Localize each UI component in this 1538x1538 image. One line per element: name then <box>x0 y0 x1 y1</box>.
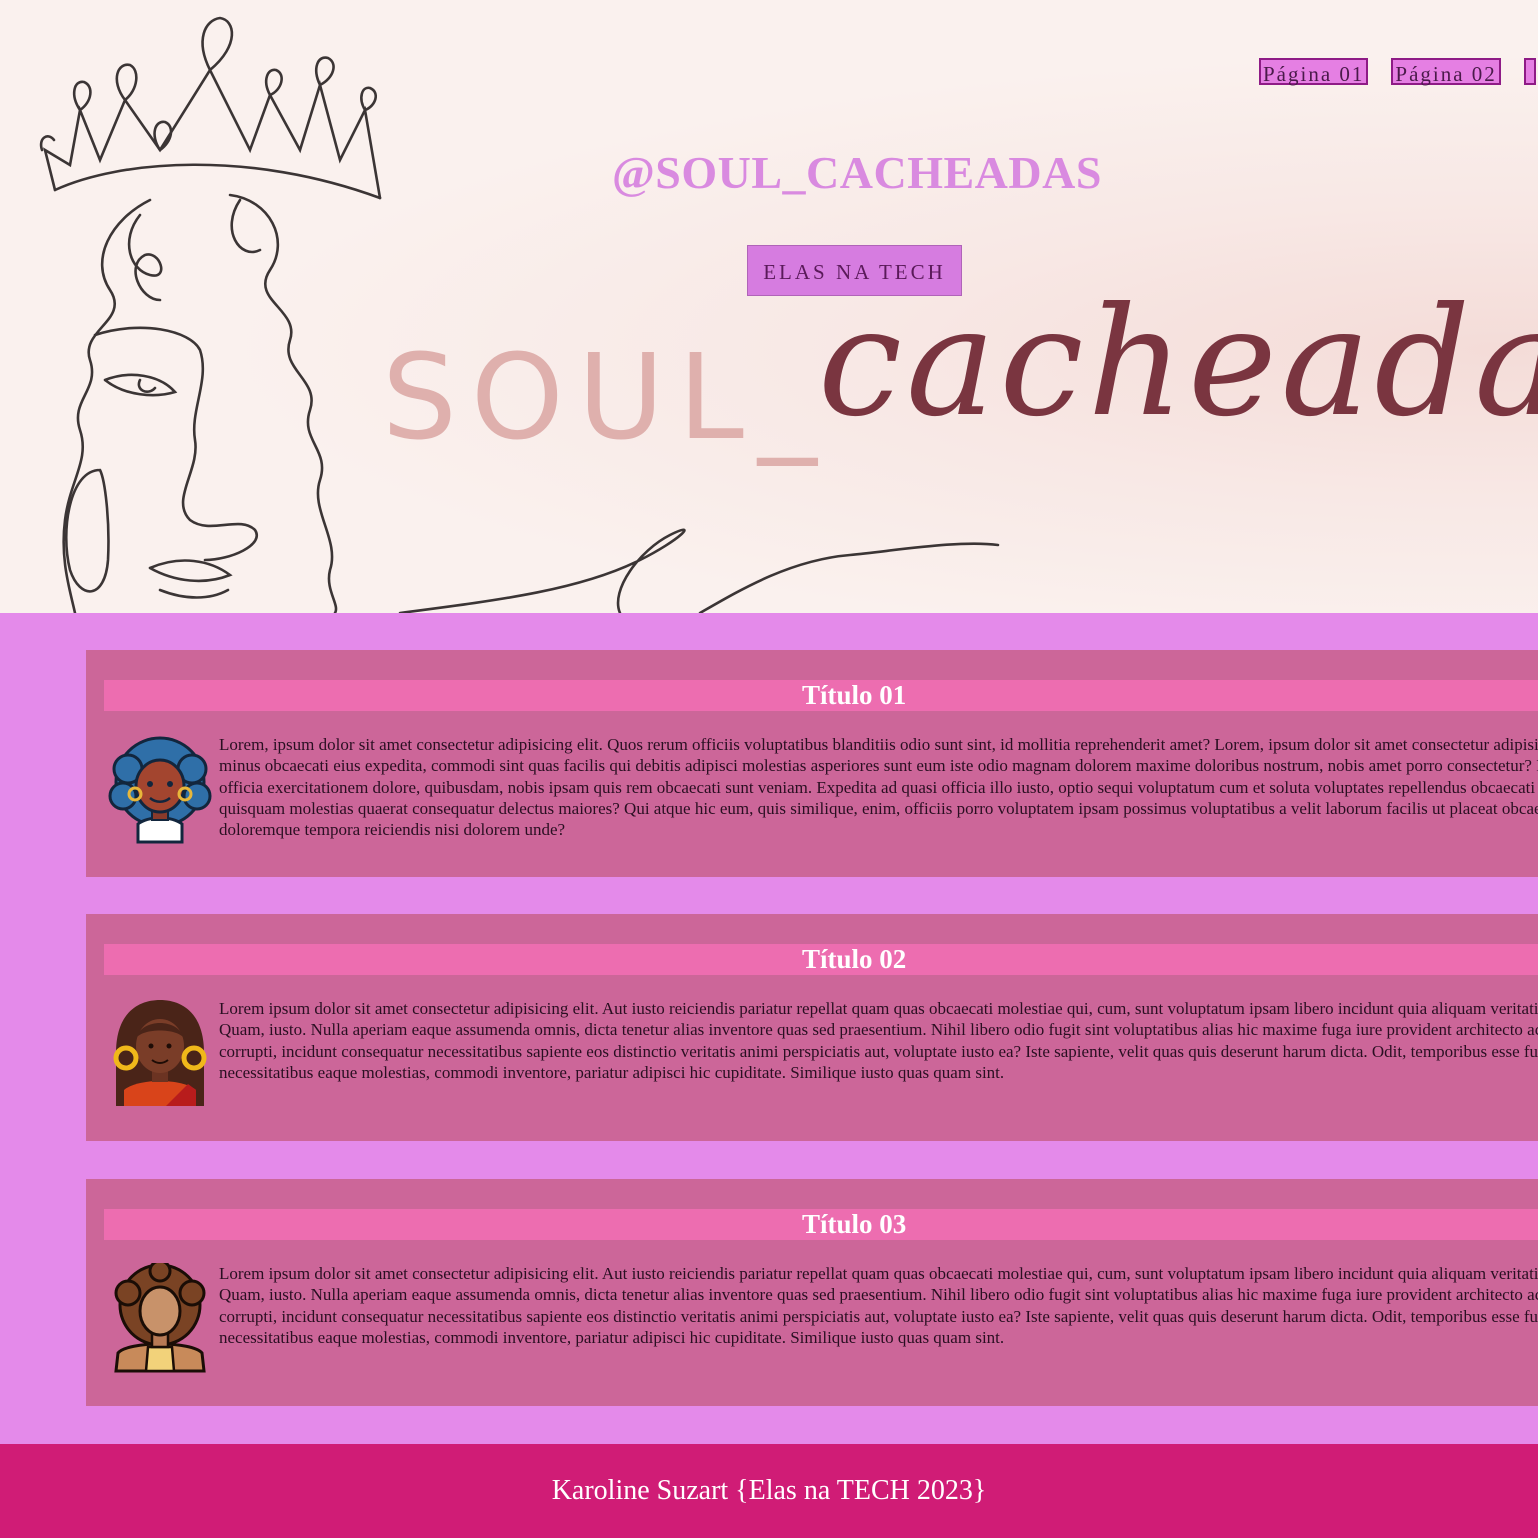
card-body-text: Lorem ipsum dolor sit amet consectetur a… <box>219 999 1538 1082</box>
hero-banner: Página 01 Página 02 @SOUL_CACHEADAS ELAS… <box>0 0 1538 613</box>
site-handle-title: @SOUL_CACHEADAS <box>612 147 1102 198</box>
card-title: Título 03 <box>104 1209 1538 1240</box>
content-card: Título 01 Lorem, ipsum dolor sit amet co… <box>86 650 1538 877</box>
braided-hair-woman-avatar-icon <box>113 1000 207 1106</box>
logo-wordmark-soul: SOUL_ <box>382 328 831 466</box>
afro-hair-woman-avatar-icon <box>114 1263 206 1373</box>
nav-link-partial[interactable] <box>1523 58 1536 85</box>
content-section: Título 01 Lorem, ipsum dolor sit amet co… <box>0 613 1538 1444</box>
curly-blue-hair-woman-avatar-icon <box>108 736 212 844</box>
card-title: Título 02 <box>104 944 1538 975</box>
page-footer: Karoline Suzart {Elas na TECH 2023} <box>0 1444 1538 1538</box>
logo-wordmark-cacheadas: cacheadas <box>818 276 1538 450</box>
content-card: Título 02 Lorem ipsum dolor sit amet con… <box>86 914 1538 1141</box>
card-body-text: Lorem ipsum dolor sit amet consectetur a… <box>219 1264 1538 1347</box>
footer-credit-text: Karoline Suzart {Elas na TECH 2023} <box>551 1475 987 1506</box>
nav-link-pagina-01[interactable]: Página 01 <box>1259 58 1369 86</box>
nav-link-pagina-02[interactable]: Página 02 <box>1391 58 1501 86</box>
content-card: Título 03 Lorem ipsum dolor sit amet con… <box>86 1179 1538 1406</box>
card-body-text: Lorem, ipsum dolor sit amet consectetur … <box>219 735 1538 840</box>
top-nav: Página 01 Página 02 <box>1259 58 1536 86</box>
card-title: Título 01 <box>104 680 1538 711</box>
